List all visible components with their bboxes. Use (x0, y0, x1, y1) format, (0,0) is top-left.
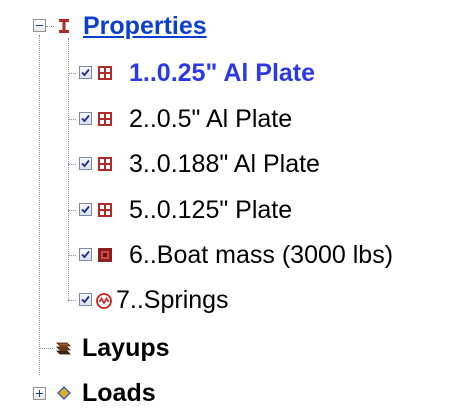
property-1-label[interactable]: 1..0.25" Al Plate (129, 57, 315, 89)
property-5-label[interactable]: 5..0.125" Plate (129, 194, 292, 226)
properties-node-label[interactable]: Properties (83, 10, 207, 42)
tree-connector (68, 164, 76, 165)
tree-connector (68, 119, 76, 120)
property-3-checkbox[interactable] (79, 157, 92, 170)
tree-connector (68, 210, 76, 211)
property-2-label[interactable]: 2..0.5" Al Plate (129, 103, 292, 135)
tree-connector (39, 348, 53, 349)
property-6-label[interactable]: 6..Boat mass (3000 lbs) (129, 239, 393, 271)
layups-node-label[interactable]: Layups (82, 332, 170, 364)
loads-expand-toggle[interactable] (33, 387, 46, 400)
tree-connector (46, 26, 54, 27)
tree-connector (68, 255, 76, 256)
property-2-checkbox[interactable] (79, 112, 92, 125)
property-6-checkbox[interactable] (79, 248, 92, 261)
loads-node-label[interactable]: Loads (82, 377, 156, 409)
property-3-label[interactable]: 3..0.188" Al Plate (129, 148, 320, 180)
property-1-checkbox[interactable] (79, 66, 92, 79)
tree-connector (68, 73, 76, 74)
properties-collapse-toggle[interactable] (33, 19, 46, 32)
plate-grid-icon (97, 202, 113, 218)
property-7-checkbox[interactable] (79, 293, 92, 306)
load-icon (56, 386, 72, 402)
tree-connector-root (39, 35, 40, 375)
plate-grid-icon (97, 65, 113, 81)
plate-grid-icon (97, 156, 113, 172)
plate-grid-icon (97, 111, 113, 127)
beam-section-icon (56, 17, 72, 33)
spring-icon (95, 292, 112, 309)
mass-icon (97, 247, 113, 263)
model-tree: Properties 1..0.25" Al Plate 2..0.5" Al … (0, 0, 457, 407)
property-7-label[interactable]: 7..Springs (116, 284, 229, 316)
layup-stack-icon (54, 340, 71, 356)
tree-connector-children (68, 38, 69, 300)
tree-connector (68, 300, 76, 301)
property-5-checkbox[interactable] (79, 203, 92, 216)
